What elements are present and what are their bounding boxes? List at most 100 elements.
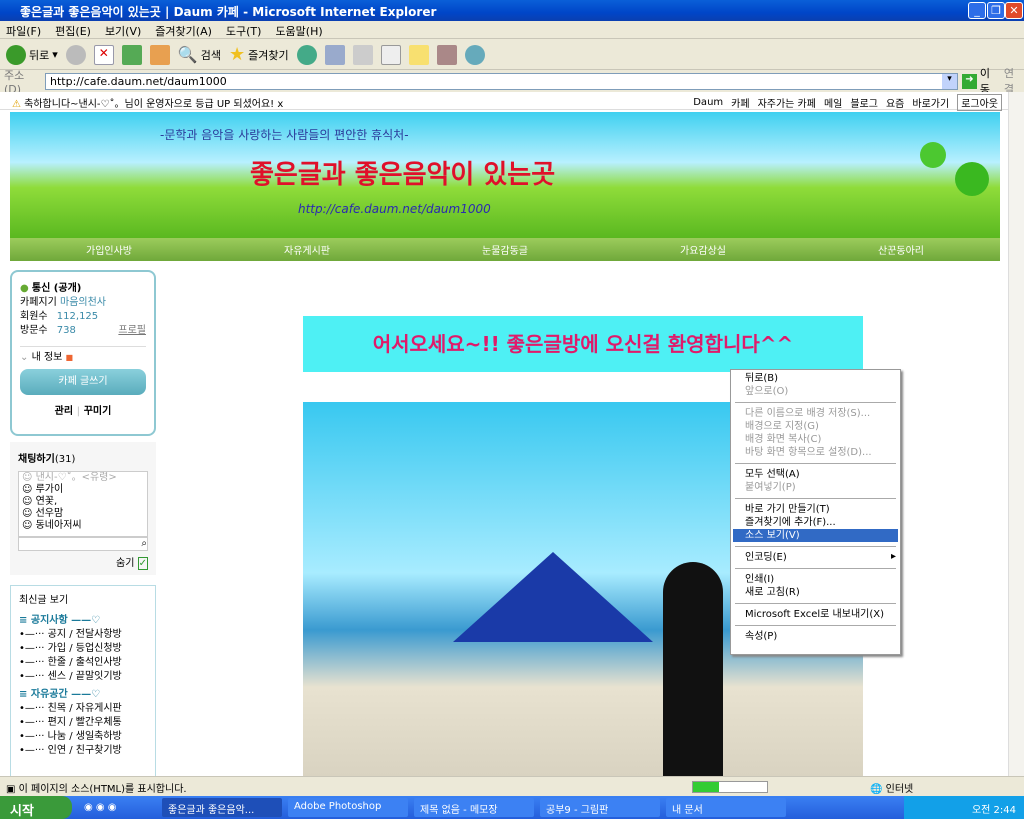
vertical-scrollbar[interactable] bbox=[1008, 92, 1024, 776]
gnb-trend[interactable]: 요즘 bbox=[886, 95, 904, 110]
favorites-label: 즐겨찾기 bbox=[248, 48, 289, 62]
board-link[interactable]: •—··· 한줄 / 출석인사방 bbox=[19, 656, 147, 670]
menu-view[interactable]: 보기(V) bbox=[105, 25, 141, 38]
favorites-button[interactable]: ★ 즐겨찾기 bbox=[229, 44, 289, 65]
history-icon[interactable] bbox=[296, 44, 317, 65]
chat-user[interactable]: 낸시-♡˚。<유령> bbox=[36, 472, 117, 483]
group-heading[interactable]: 자유공간 bbox=[31, 689, 68, 700]
board-link[interactable]: •—··· 인연 / 친구찾기방 bbox=[19, 744, 147, 758]
mail-icon[interactable] bbox=[324, 44, 345, 65]
edit-icon[interactable] bbox=[380, 44, 401, 65]
context-menu-item[interactable]: 뒤로(B) bbox=[733, 372, 898, 385]
board-link[interactable]: •—··· 센스 / 끝말잇기방 bbox=[19, 670, 147, 684]
search-button[interactable]: 🔍 검색 bbox=[178, 45, 221, 64]
task-button[interactable]: 좋은글과 좋은음악... bbox=[162, 798, 282, 817]
task-button[interactable]: 공부9 - 그림판 bbox=[540, 798, 660, 817]
gnb-shortcut[interactable]: 바로가기 bbox=[912, 95, 949, 110]
decorate-link[interactable]: 꾸미기 bbox=[84, 406, 112, 417]
minimize-button[interactable]: _ bbox=[968, 2, 986, 19]
menu-separator bbox=[735, 402, 896, 403]
menu-file[interactable]: 파일(F) bbox=[6, 25, 41, 38]
gnb-fav-cafe[interactable]: 자주가는 카페 bbox=[758, 95, 816, 110]
address-input[interactable]: http://cafe.daum.net/daum1000 ▾ bbox=[45, 72, 958, 90]
gnb-blog[interactable]: 블로그 bbox=[850, 95, 878, 110]
dropdown-icon[interactable]: ▾ bbox=[941, 73, 957, 89]
menu-tools[interactable]: 도구(T) bbox=[226, 25, 262, 38]
write-post-button[interactable]: 카페 글쓰기 bbox=[20, 369, 146, 395]
menu-help[interactable]: 도움말(H) bbox=[275, 25, 322, 38]
board-link[interactable]: •—··· 나눔 / 생일축하방 bbox=[19, 730, 147, 744]
start-button[interactable]: 시작 bbox=[0, 796, 72, 819]
menu-separator bbox=[735, 625, 896, 626]
chat-search-input[interactable]: ⌕ bbox=[18, 537, 148, 551]
board-link[interactable]: •—··· 친목 / 자유게시판 bbox=[19, 702, 147, 716]
welcome-banner: 어서오세요~!! 좋은글방에 오신걸 환영합니다^^ bbox=[303, 316, 863, 372]
tree-icon bbox=[920, 142, 946, 168]
nav-item[interactable]: 자유게시판 bbox=[284, 242, 330, 257]
task-button[interactable]: Adobe Photoshop bbox=[288, 798, 408, 817]
context-menu-item[interactable]: Microsoft Excel로 내보내기(X) bbox=[733, 608, 898, 621]
refresh-icon[interactable] bbox=[121, 44, 142, 65]
close-button[interactable]: ✕ bbox=[1005, 2, 1023, 19]
status-bar: ▣ 이 페이지의 소스(HTML)를 표시합니다. 🌐 인터넷 bbox=[0, 776, 1024, 796]
chat-title[interactable]: 채팅하기 bbox=[18, 454, 55, 465]
board-link[interactable]: •—··· 편지 / 빨간우체통 bbox=[19, 716, 147, 730]
menu-separator bbox=[735, 546, 896, 547]
my-info-toggle[interactable]: 내 정보 bbox=[32, 352, 63, 363]
context-menu-item[interactable]: 인쇄(I) bbox=[733, 573, 898, 586]
members-label: 회원수 bbox=[20, 311, 48, 322]
banner-subtitle: -문학과 음악을 사랑하는 사람들의 편안한 휴식처- bbox=[160, 128, 409, 142]
address-url: http://cafe.daum.net/daum1000 bbox=[50, 74, 227, 88]
context-menu-item: 다른 이름으로 배경 저장(S)... bbox=[745, 408, 871, 419]
context-menu-item[interactable]: 속성(P) bbox=[733, 630, 898, 643]
nav-item[interactable]: 가요감상실 bbox=[680, 242, 726, 257]
search-icon[interactable]: ⌕ bbox=[141, 538, 147, 549]
group-heading[interactable]: 공지사항 bbox=[31, 615, 68, 626]
level-icon: ● bbox=[20, 283, 29, 294]
chat-user-list[interactable]: ☺ 낸시-♡˚。<유령> ☺ 루가이 ☺ 연꽃, ☺ 선우맘 ☺ 동네아저씨 bbox=[18, 471, 148, 537]
nav-item[interactable]: 가입인사방 bbox=[86, 242, 132, 257]
home-icon[interactable] bbox=[149, 44, 170, 65]
context-menu-item[interactable]: 즐겨찾기에 추가(F)... bbox=[733, 516, 898, 529]
nav-item[interactable]: 산꾼동아리 bbox=[878, 242, 924, 257]
profile-link[interactable]: 프로필 bbox=[118, 324, 146, 338]
context-menu-item: 바탕 화면 항목으로 설정(D)... bbox=[745, 447, 872, 458]
task-button[interactable]: 내 문서 bbox=[666, 798, 786, 817]
context-menu-item[interactable]: 소스 보기(V) bbox=[733, 529, 898, 542]
board-link[interactable]: •—··· 공지 / 전달사항방 bbox=[19, 628, 147, 642]
maximize-button[interactable]: ❐ bbox=[987, 2, 1005, 19]
messenger-icon[interactable] bbox=[464, 44, 485, 65]
logout-button[interactable]: 로그아웃 bbox=[957, 94, 1002, 111]
clock: 오전 2:44 bbox=[971, 805, 1016, 816]
forward-icon[interactable] bbox=[65, 44, 86, 65]
stop-icon[interactable]: ✕ bbox=[93, 44, 114, 65]
toolbar: 뒤로 ▾ ✕ 🔍 검색 ★ 즐겨찾기 bbox=[0, 40, 1024, 70]
chat-user[interactable]: 선우맘 bbox=[36, 508, 64, 519]
context-menu-item[interactable]: 인코딩(E) bbox=[733, 551, 898, 564]
gnb-mail[interactable]: 메일 bbox=[824, 95, 842, 110]
notice-close[interactable]: x bbox=[277, 99, 283, 110]
gnb-daum[interactable]: Daum bbox=[693, 97, 723, 108]
context-menu-item[interactable]: 모두 선택(A) bbox=[733, 468, 898, 481]
board-link[interactable]: •—··· 가입 / 등업신청방 bbox=[19, 642, 147, 656]
quick-launch[interactable]: ◉ ◉ ◉ bbox=[72, 802, 162, 813]
manager-label: 카페지기 bbox=[20, 297, 57, 308]
gnb-cafe[interactable]: 카페 bbox=[731, 95, 749, 110]
hide-checkbox[interactable]: ✓ bbox=[137, 557, 148, 570]
context-menu-item[interactable]: 새로 고침(R) bbox=[733, 586, 898, 599]
menu-edit[interactable]: 편집(E) bbox=[55, 25, 91, 38]
admin-link[interactable]: 관리 bbox=[55, 406, 73, 417]
print-icon[interactable] bbox=[352, 44, 373, 65]
chat-user[interactable]: 연꽃, bbox=[36, 496, 58, 507]
chat-user[interactable]: 동네아저씨 bbox=[36, 520, 82, 531]
star-icon: ★ bbox=[228, 44, 246, 65]
context-menu-item[interactable]: 바로 가기 만들기(T) bbox=[733, 503, 898, 516]
back-button[interactable]: 뒤로 ▾ bbox=[6, 44, 58, 65]
task-button[interactable]: 제목 없음 - 메모장 bbox=[414, 798, 534, 817]
nav-item[interactable]: 눈물감동글 bbox=[482, 242, 528, 257]
notes-icon[interactable] bbox=[408, 44, 429, 65]
chat-user[interactable]: 루가이 bbox=[36, 484, 64, 495]
menu-favorites[interactable]: 즐겨찾기(A) bbox=[155, 25, 212, 38]
manager-link[interactable]: 마음의천사 bbox=[60, 297, 106, 308]
research-icon[interactable] bbox=[436, 44, 457, 65]
